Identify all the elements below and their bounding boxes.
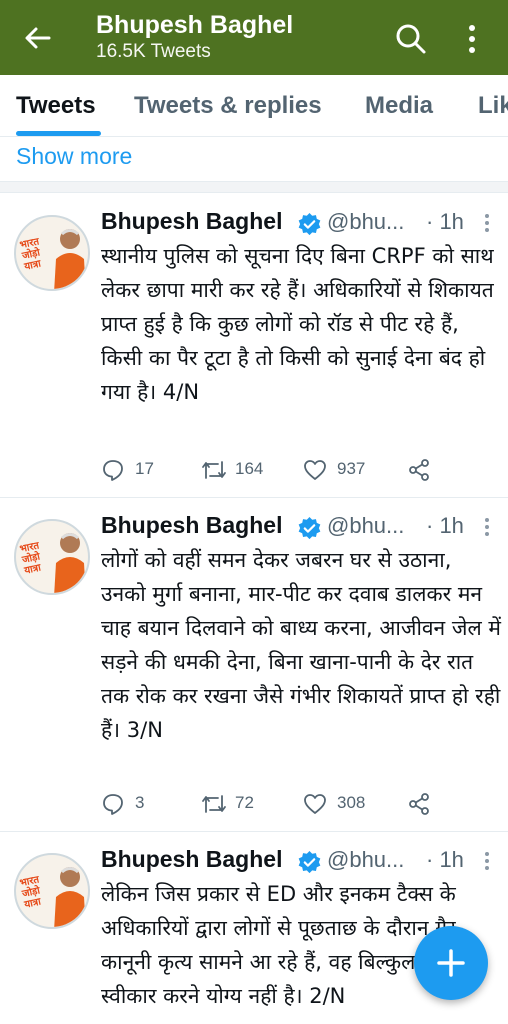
profile-title: Bhupesh Baghel [96,11,294,39]
tweet-time: · 1h [426,209,464,234]
reply-icon [103,460,123,481]
tweet-time: · 1h [426,847,464,872]
share-button[interactable] [407,789,433,819]
avatar[interactable]: भारत जोड़ो यात्रा [14,215,90,291]
tweet-time: · 1h [426,513,464,538]
avatar[interactable]: भारत जोड़ो यात्रा [14,853,90,929]
reply-count: 3 [135,793,145,812]
tab-likes[interactable]: Lik [478,92,508,120]
author-name[interactable]: Bhupesh Baghel [101,208,282,235]
profile-photo-icon [54,229,86,289]
author-handle[interactable]: @bhu... [327,513,404,539]
profile-tabs: Tweets Tweets & replies Media Lik [0,75,508,137]
compose-tweet-button[interactable] [414,926,488,1000]
tweet-text: स्थानीय पुलिस को सूचना दिए बिना CRPF को … [101,244,494,404]
heart-icon [304,794,326,814]
retweet-count: 164 [235,459,264,478]
show-more-link[interactable]: Show more [16,140,132,172]
search-button[interactable] [394,22,428,56]
author-name[interactable]: Bhupesh Baghel [101,846,282,873]
tab-media[interactable]: Media [365,92,433,120]
active-tab-indicator [16,131,101,136]
tab-tweets-replies[interactable]: Tweets & replies [134,92,322,120]
retweet-icon [202,795,226,813]
profile-photo-icon [54,533,86,593]
tweet-menu-icon[interactable] [482,516,492,538]
reply-count: 17 [135,459,154,478]
tweet-header: Bhupesh Baghel @bhu... · 1h [101,510,501,546]
share-button[interactable] [407,455,433,485]
tweet-count: 16.5K Tweets [96,41,211,62]
retweet-icon [202,461,226,479]
verified-badge-icon [298,851,321,874]
tweet-menu-icon[interactable] [482,212,492,234]
author-handle[interactable]: @bhu... [327,209,404,235]
tweet-actions: 17 164 937 [101,455,501,485]
author-handle[interactable]: @bhu... [327,847,404,873]
like-count: 937 [337,459,366,478]
profile-photo-icon [54,867,86,927]
verified-badge-icon [298,213,321,236]
share-icon [409,459,429,481]
app-bar: Bhupesh Baghel 16.5K Tweets [0,0,508,75]
avatar[interactable]: भारत जोड़ो यात्रा [14,519,90,595]
retweet-count: 72 [235,793,254,812]
heart-icon [304,460,326,480]
arrow-left-icon [25,27,51,49]
section-separator [0,181,508,193]
back-button[interactable] [22,22,54,54]
author-name[interactable]: Bhupesh Baghel [101,512,282,539]
tweet-actions: 3 72 308 [101,789,501,819]
tweet-card[interactable]: भारत जोड़ो यात्रा Bhupesh Baghel @bhu...… [0,497,508,832]
plus-icon [437,949,465,977]
reply-icon [103,794,123,815]
like-count: 308 [337,793,366,812]
verified-badge-icon [298,517,321,540]
tweet-header: Bhupesh Baghel @bhu... · 1h [101,206,501,242]
profile-header: Bhupesh Baghel 16.5K Tweets [96,10,293,64]
share-icon [409,793,429,815]
more-options-button[interactable] [462,22,482,56]
vertical-dots-icon [469,25,475,53]
tweet-text: लोगों को वहीं समन देकर जबरन घर से उठाना,… [101,548,501,742]
tab-tweets[interactable]: Tweets [16,92,96,120]
tweet-header: Bhupesh Baghel @bhu... · 1h [101,844,501,880]
tweet-menu-icon[interactable] [482,850,492,872]
tweet-card[interactable]: भारत जोड़ो यात्रा Bhupesh Baghel @bhu...… [0,193,508,498]
search-icon [396,24,426,54]
